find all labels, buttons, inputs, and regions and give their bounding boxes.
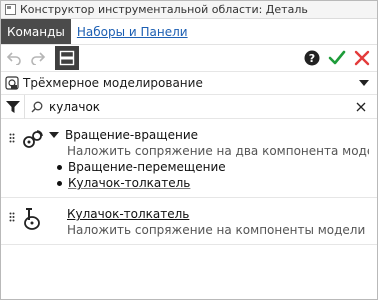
panel-toggle-icon [59, 50, 75, 66]
caret-down-icon[interactable] [49, 130, 59, 140]
sub-result-item[interactable]: Кулачок-толкатель [57, 175, 377, 191]
tab-strip: Команды Наборы и Панели [1, 19, 377, 45]
workspace-dropdown[interactable]: Трёхмерное моделирование [1, 71, 377, 95]
checkmark-icon [328, 50, 346, 65]
result-title: Кулачок-толкатель [67, 207, 190, 221]
cam-follower-icon [24, 208, 40, 230]
result-header: Кулачок-толкатель [67, 206, 377, 222]
clear-x-icon [356, 102, 366, 111]
result-description: Наложить сопряжение на компоненты модели… [67, 223, 369, 237]
tab-sets-and-panels[interactable]: Наборы и Панели [71, 19, 194, 44]
filter-funnel-icon [5, 100, 20, 113]
sub-result-item[interactable]: Вращение-перемещение [57, 159, 377, 175]
help-button[interactable]: ? [301, 47, 323, 69]
tab-commands[interactable]: Команды [1, 19, 71, 44]
cancel-button[interactable] [351, 47, 373, 69]
search-field [25, 96, 351, 118]
help-question-icon: ? [304, 50, 320, 66]
ok-button[interactable] [326, 47, 348, 69]
redo-button[interactable] [27, 47, 49, 69]
drag-grip-icon[interactable] [9, 212, 15, 222]
bullet-icon [57, 164, 62, 170]
undo-button[interactable] [3, 47, 25, 69]
workspace-icon [5, 76, 19, 90]
search-input[interactable] [49, 99, 351, 114]
result-description: Наложить сопряжение на два компонента мо… [67, 144, 369, 158]
result-item[interactable]: Кулачок-толкатель Наложить сопряжение на… [1, 198, 377, 245]
workspace-dropdown-value: Трёхмерное моделирование [23, 76, 203, 90]
result-title: Вращение-вращение [65, 128, 199, 142]
redo-arrow-icon [31, 52, 46, 65]
search-icon [31, 101, 43, 112]
window-app-icon [5, 4, 16, 15]
results-list: Вращение-вращение Наложить сопряжение на… [1, 119, 377, 299]
close-x-icon [354, 50, 370, 66]
filter-button[interactable] [1, 94, 25, 119]
title-bar: Конструктор инструментальной области: Де… [1, 1, 377, 19]
dialog-actions: ? [298, 47, 373, 69]
window-title: Конструктор инструментальной области: Де… [20, 3, 308, 16]
bullet-icon [57, 180, 62, 186]
sub-result-label: Кулачок-толкатель [68, 176, 191, 190]
drag-grip-icon[interactable] [9, 133, 15, 143]
result-header: Вращение-вращение [49, 127, 377, 143]
search-row [1, 94, 377, 119]
clear-search-button[interactable] [351, 97, 371, 117]
svg-text:?: ? [309, 52, 315, 65]
panel-toggle-button[interactable] [55, 46, 79, 70]
constructor-window: Конструктор инструментальной области: Де… [0, 0, 378, 300]
result-item[interactable]: Вращение-вращение Наложить сопряжение на… [1, 123, 377, 198]
chevron-down-icon [357, 76, 371, 90]
sub-result-label: Вращение-перемещение [68, 160, 226, 174]
rotation-rotation-icon [23, 130, 43, 148]
undo-arrow-icon [6, 52, 21, 65]
toolbar: ? [1, 45, 377, 71]
